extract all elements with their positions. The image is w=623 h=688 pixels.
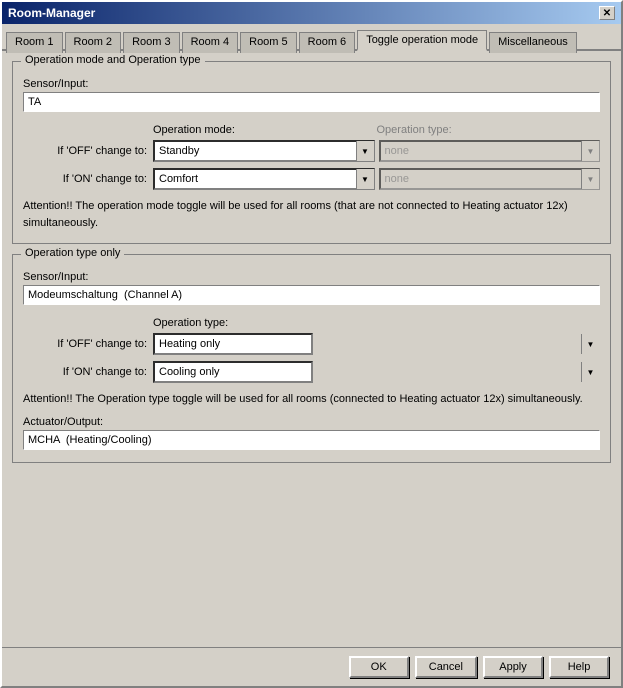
operation-mode-notice: Attention!! The operation mode toggle wi… — [23, 198, 600, 231]
operation-mode-group: Operation mode and Operation type Sensor… — [12, 61, 611, 244]
close-button[interactable]: ✕ — [599, 6, 615, 20]
actuator-output-field[interactable] — [23, 430, 600, 450]
off-mode-dropdown[interactable]: Standby Comfort Night Frost/Heat protect… — [153, 140, 375, 162]
on-type-only-arrow-icon: ▼ — [581, 362, 599, 382]
on-type-only-dropdown[interactable]: Heating only Cooling only Heating and Co… — [153, 361, 313, 383]
tab-room3[interactable]: Room 3 — [123, 32, 180, 53]
ok-button[interactable]: OK — [349, 656, 409, 678]
on-type-label: If 'ON' change to: — [23, 366, 153, 378]
tab-room5[interactable]: Room 5 — [240, 32, 297, 53]
off-type-label: If 'OFF' change to: — [23, 338, 153, 350]
tab-toggle-operation-mode[interactable]: Toggle operation mode — [357, 30, 487, 51]
header-operation-type: Operation type: — [377, 124, 601, 136]
off-type-row: If 'OFF' change to: Heating only Cooling… — [23, 333, 600, 355]
tab-room1[interactable]: Room 1 — [6, 32, 63, 53]
help-button[interactable]: Help — [549, 656, 609, 678]
tab-bar: Room 1 Room 2 Room 3 Room 4 Room 5 Room … — [2, 24, 621, 51]
tab-room4[interactable]: Room 4 — [182, 32, 239, 53]
tab-miscellaneous[interactable]: Miscellaneous — [489, 32, 577, 53]
apply-button[interactable]: Apply — [483, 656, 543, 678]
operation-type-sensor-field[interactable] — [23, 285, 600, 305]
tab-room2[interactable]: Room 2 — [65, 32, 122, 53]
off-type-only-dropdown[interactable]: Heating only Cooling only Heating and Co… — [153, 333, 313, 355]
actuator-output-label: Actuator/Output: — [23, 416, 600, 428]
operation-mode-group-title: Operation mode and Operation type — [21, 54, 205, 66]
off-type-dropdown[interactable]: none — [379, 140, 601, 162]
tab-room6[interactable]: Room 6 — [299, 32, 356, 53]
title-bar: Room-Manager ✕ — [2, 2, 621, 24]
off-type-only-arrow-icon: ▼ — [581, 334, 599, 354]
sensor-input-label: Sensor/Input: — [23, 78, 600, 90]
sensor-input-field[interactable] — [23, 92, 600, 112]
window-title: Room-Manager — [8, 6, 95, 20]
content-area: Operation mode and Operation type Sensor… — [2, 51, 621, 647]
off-mode-label: If 'OFF' change to: — [23, 145, 153, 157]
off-mode-row: If 'OFF' change to: Standby Comfort Nigh… — [23, 140, 600, 162]
operation-type-notice: Attention!! The Operation type toggle wi… — [23, 391, 600, 408]
bottom-bar: OK Cancel Apply Help — [2, 647, 621, 686]
header-operation-mode: Operation mode: — [153, 124, 377, 136]
on-type-dropdown[interactable]: none — [379, 168, 601, 190]
on-mode-dropdown[interactable]: Standby Comfort Night Frost/Heat protect… — [153, 168, 375, 190]
operation-type-sensor-label: Sensor/Input: — [23, 271, 600, 283]
on-mode-row: If 'ON' change to: Standby Comfort Night… — [23, 168, 600, 190]
main-window: Room-Manager ✕ Room 1 Room 2 Room 3 Room… — [0, 0, 623, 688]
cancel-button[interactable]: Cancel — [415, 656, 477, 678]
on-type-row: If 'ON' change to: Heating only Cooling … — [23, 361, 600, 383]
on-mode-label: If 'ON' change to: — [23, 173, 153, 185]
operation-type-group: Operation type only Sensor/Input: Operat… — [12, 254, 611, 463]
operation-type-group-title: Operation type only — [21, 247, 124, 259]
header-operation-type2: Operation type: — [153, 317, 600, 329]
